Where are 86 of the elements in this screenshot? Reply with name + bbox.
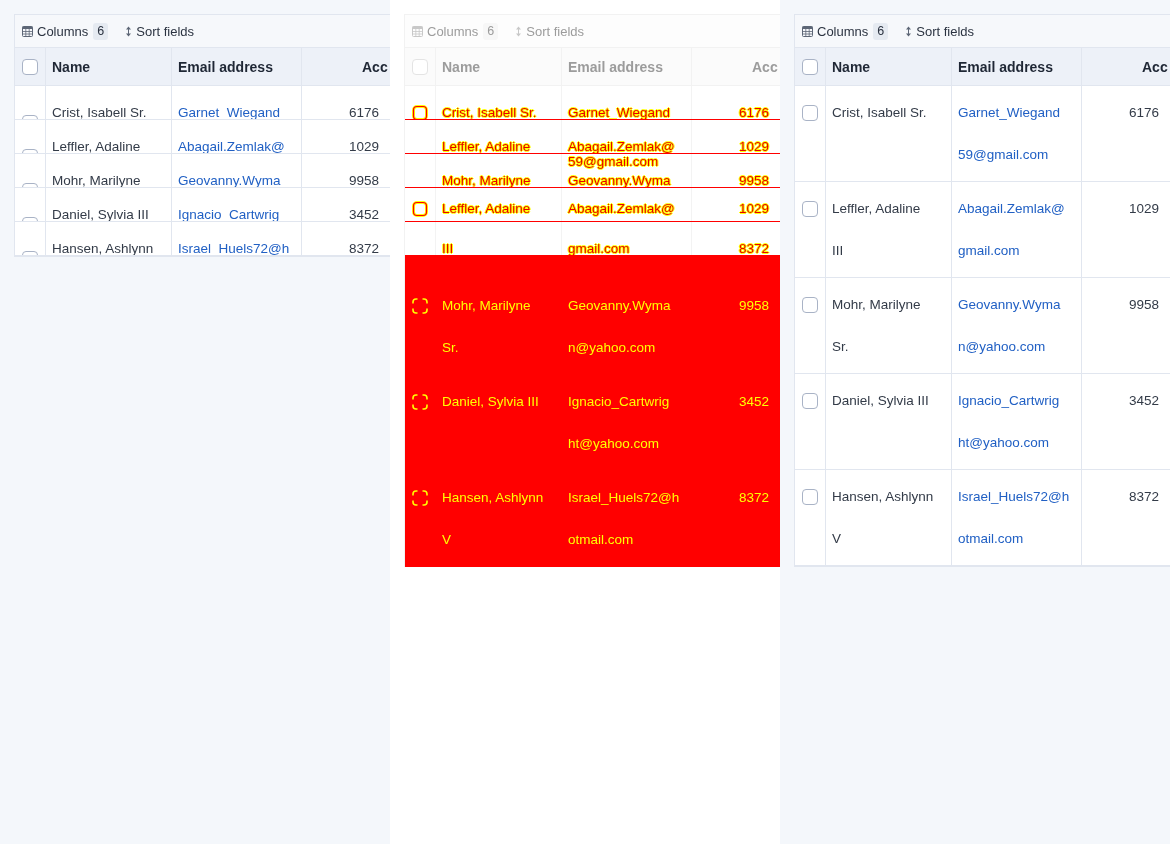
account-text: 9958 (739, 297, 771, 315)
count-badge: 6 (483, 22, 499, 40)
name-cell: Crist, Isabell Sr. (46, 86, 172, 119)
name-cell: Crist, Isabell Sr. (826, 86, 952, 181)
account-text: 9958 (739, 173, 770, 187)
name-text: Daniel, Sylvia III (442, 393, 540, 411)
count-badge: 6 (873, 22, 889, 40)
account-text: 1029 (739, 139, 770, 153)
row-checkbox[interactable] (802, 105, 818, 121)
table-icon (802, 25, 813, 37)
table-icon (412, 25, 423, 37)
column-header: Email address (952, 48, 1082, 85)
email-link[interactable]: Garnet_Wiegand (172, 86, 302, 119)
email-text: Israel_Huels72@h otmail.com (568, 489, 681, 549)
email-link[interactable]: Geovanny.Wyma n@yahoo.com (952, 278, 1082, 373)
name-cell: Leffler, Adaline III (826, 182, 952, 277)
column-header: Email address (562, 48, 692, 85)
account-cell-text: 6176 (348, 104, 381, 119)
account-text: 8372 (739, 241, 770, 255)
column-header: Acc (1141, 57, 1169, 77)
account-text: 3452 (739, 393, 771, 411)
email-text: Garnet_Wiegand (568, 105, 671, 119)
account-cell-text: 1029 (1128, 200, 1161, 218)
name-text: Mohr, Marilyne (442, 173, 531, 187)
column-header: Acc (361, 57, 389, 77)
sort-fields-button[interactable]: Sort fields (905, 23, 975, 39)
email-link[interactable]: Abagail.Zemlak@ (172, 120, 302, 153)
name-cell: Hansen, Ashlynn V (826, 470, 952, 565)
name-text: Crist, Isabell Sr. (442, 105, 537, 119)
name-cell: Daniel, Sylvia III (826, 374, 952, 469)
columns-label: Columns (427, 23, 479, 39)
row-checkbox[interactable] (802, 201, 818, 217)
email-text: Geovanny.Wyma (568, 173, 671, 187)
table-icon (22, 25, 33, 37)
email-text: Abagail.Zemlak@ (568, 139, 675, 153)
sort-icon (905, 25, 913, 37)
email-link[interactable]: Israel_Huels72@h otmail.com (952, 470, 1082, 565)
account-cell-text: 9958 (348, 172, 381, 187)
name-text: Mohr, Marilyne Sr. (442, 297, 532, 357)
account-text: 8372 (739, 489, 771, 507)
column-header: Email address (172, 48, 302, 85)
sort-fields-button[interactable]: Sort fields (125, 23, 195, 39)
email-link[interactable]: Geovanny.Wyma (172, 154, 302, 187)
email-text: gmail.com (568, 241, 630, 255)
name-cell: Hansen, Ashlynn (46, 222, 172, 255)
name-text: Hansen, Ashlynn V (442, 489, 545, 549)
name-cell: Leffler, Adaline (46, 120, 172, 153)
column-header: Name (46, 48, 172, 85)
account-cell-text: 8372 (348, 240, 381, 255)
column-header: Acc (751, 57, 779, 77)
row-checkbox[interactable] (802, 393, 818, 409)
columns-button[interactable]: Columns 6 (802, 22, 889, 40)
name-text: Leffler, Adaline (442, 139, 531, 153)
name-cell: Mohr, Marilyne Sr. (826, 278, 952, 373)
email-link[interactable]: Ignacio_Cartwrig ht@yahoo.com (952, 374, 1082, 469)
email-text: Ignacio_Cartwrig ht@yahoo.com (568, 393, 671, 453)
name-text: III (442, 241, 454, 255)
name-cell: Mohr, Marilyne (46, 154, 172, 187)
account-cell-text: 8372 (1128, 488, 1161, 506)
account-text: 6176 (739, 105, 770, 119)
email-link[interactable]: Abagail.Zemlak@ gmail.com (952, 182, 1082, 277)
row-checkbox[interactable] (802, 489, 818, 505)
select-all-checkbox[interactable] (22, 58, 38, 75)
count-badge: 6 (93, 22, 109, 40)
sort-icon (515, 25, 523, 37)
email-link[interactable]: Garnet_Wiegand 59@gmail.com (952, 86, 1082, 181)
sort-fields-label: Sort fields (526, 23, 585, 39)
account-cell-text: 3452 (1128, 392, 1161, 410)
email-text: Abagail.Zemlak@ (568, 201, 675, 216)
account-text: 1029 (739, 201, 770, 216)
name-text: Leffler, Adaline (442, 201, 531, 216)
name-cell: Daniel, Sylvia III (46, 188, 172, 221)
select-all-checkbox[interactable] (802, 58, 818, 75)
column-header: Name (436, 48, 562, 85)
account-cell-text: 9958 (1128, 296, 1161, 314)
email-link[interactable]: Ignacio_Cartwrig (172, 188, 302, 221)
account-cell-text: 1029 (348, 138, 381, 153)
account-cell-text: 3452 (348, 206, 381, 221)
columns-button[interactable]: Columns 6 (22, 22, 109, 40)
row-checkbox[interactable] (802, 297, 818, 313)
sort-icon (125, 25, 133, 37)
column-header: Name (826, 48, 952, 85)
email-link[interactable]: Israel_Huels72@h (172, 222, 302, 255)
email-text: 59@gmail.com (568, 154, 659, 169)
email-text: Geovanny.Wyma n@yahoo.com (568, 297, 672, 357)
account-cell-text: 6176 (1128, 104, 1161, 122)
